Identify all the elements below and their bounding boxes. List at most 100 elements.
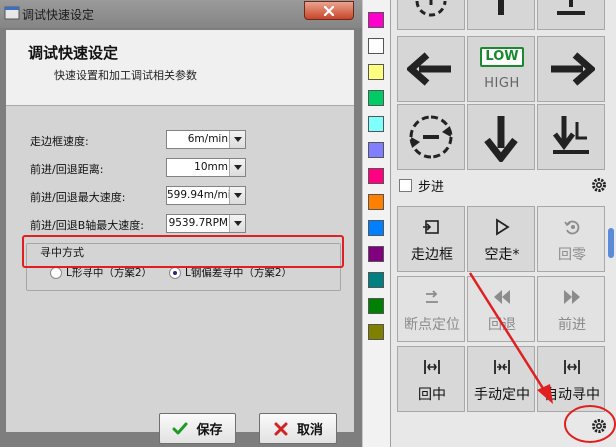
breakpoint-button-label: 断点定位 <box>404 317 460 333</box>
app-window-icon <box>4 6 20 20</box>
frame-icon <box>423 220 439 234</box>
dry-run-button-label: 空走* <box>484 247 520 263</box>
function-settings-button[interactable] <box>589 416 609 436</box>
gear-icon <box>592 419 606 433</box>
speed-low-label: LOW <box>480 47 524 67</box>
max-speed-select[interactable]: 599.94m/mi <box>166 186 246 205</box>
return-center-button-label: 回中 <box>418 387 446 403</box>
cancel-button-label: 取消 <box>296 423 323 438</box>
speed-toggle-button[interactable]: LOW HIGH <box>467 36 535 102</box>
frame-button-label: 走边框 <box>411 247 453 263</box>
manual-center-button[interactable]: 手动定中 <box>467 346 535 412</box>
chevron-down-icon[interactable] <box>229 159 245 176</box>
color-swatch[interactable] <box>368 272 384 288</box>
rewind-button-label: 回退 <box>488 317 516 333</box>
manual-center-icon <box>494 360 510 374</box>
cancel-button[interactable]: 取消 <box>259 413 337 444</box>
step-checkbox[interactable]: 步进 <box>399 174 444 196</box>
jog-down-button[interactable] <box>467 104 535 170</box>
home-icon <box>564 220 580 235</box>
move-down-icon <box>553 116 589 154</box>
jog-rotate-cw-button[interactable] <box>397 0 465 30</box>
jog-right-button[interactable] <box>537 36 605 102</box>
rotate-cw-icon <box>415 0 447 17</box>
center-icon <box>424 360 440 374</box>
rotate-ccw-icon <box>409 115 453 159</box>
auto-center-button-label: 自动寻中 <box>544 387 600 403</box>
color-palette <box>362 0 390 447</box>
color-swatch[interactable] <box>368 194 384 210</box>
control-panel: LOW HIGH 步进 走边框 空走* 回零 断点定位 回退 前进 回中 手动定… <box>390 0 616 447</box>
scrollbar-thumb[interactable] <box>608 228 614 258</box>
page-subtitle: 快速设置和加工调试相关参数 <box>54 69 197 82</box>
color-swatch[interactable] <box>368 324 384 340</box>
forward-button[interactable]: 前进 <box>537 276 605 342</box>
color-swatch[interactable] <box>368 38 384 54</box>
save-button-label: 保存 <box>196 423 223 438</box>
auto-center-button[interactable]: 自动寻中 <box>537 346 605 412</box>
radio-circle-checked[interactable] <box>169 266 181 279</box>
dialog-title: 调试快速设定 <box>22 8 95 22</box>
chevron-down-icon[interactable] <box>229 187 245 204</box>
to-base-icon <box>557 0 585 15</box>
step-checkbox-box[interactable] <box>399 178 412 192</box>
breakpoint-icon <box>426 290 438 303</box>
dialog-header: 调试快速设定 快速设置和加工调试相关参数 <box>6 30 354 106</box>
gear-icon <box>592 178 606 192</box>
max-speed-value: 599.94m/mi <box>167 189 230 201</box>
step-label: 步进 <box>418 179 445 195</box>
jog-to-base-button[interactable] <box>537 0 605 30</box>
chevron-down-icon[interactable] <box>229 131 245 148</box>
chevron-down-icon[interactable] <box>229 215 245 232</box>
forward-icon <box>564 290 580 304</box>
arrow-right-icon <box>551 52 595 86</box>
forward-button-label: 前进 <box>558 317 586 333</box>
dialog-titlebar[interactable]: 调试快速设定 <box>0 0 362 28</box>
frame-speed-label: 走边框速度: <box>30 135 89 148</box>
return-zero-button-label: 回零 <box>558 247 586 263</box>
frame-button[interactable]: 走边框 <box>397 206 465 272</box>
arrow-up-icon <box>498 0 504 15</box>
radio-circle[interactable] <box>50 266 62 279</box>
dialog-body: 调试快速设定 快速设置和加工调试相关参数 走边框速度: 6m/min 前进/回退… <box>6 30 354 444</box>
dry-run-button[interactable]: 空走* <box>467 206 535 272</box>
auto-center-icon <box>564 360 580 374</box>
return-zero-button[interactable]: 回零 <box>537 206 605 272</box>
annotation-box <box>22 235 344 268</box>
arrow-left-icon <box>407 52 451 86</box>
speed-high-label: HIGH <box>484 76 520 91</box>
b-axis-speed-label: 前进/回退B轴最大速度: <box>30 219 144 232</box>
color-swatch[interactable] <box>368 168 384 184</box>
frame-speed-select[interactable]: 6m/min <box>166 130 246 149</box>
max-speed-label: 前进/回退最大速度: <box>30 191 126 204</box>
return-center-button[interactable]: 回中 <box>397 346 465 412</box>
color-swatch[interactable] <box>368 220 384 236</box>
page-title: 调试快速设定 <box>28 44 119 62</box>
rewind-button[interactable]: 回退 <box>467 276 535 342</box>
jog-rotate-ccw-button[interactable] <box>397 104 465 170</box>
jog-move-down-button[interactable] <box>537 104 605 170</box>
color-swatch[interactable] <box>368 246 384 262</box>
color-swatch[interactable] <box>368 12 384 28</box>
breakpoint-button[interactable]: 断点定位 <box>397 276 465 342</box>
color-swatch[interactable] <box>368 64 384 80</box>
jog-left-button[interactable] <box>397 36 465 102</box>
color-swatch[interactable] <box>368 90 384 106</box>
color-swatch[interactable] <box>368 116 384 132</box>
arrow-down-icon <box>484 116 518 162</box>
b-axis-speed-value: 9539.7RPM <box>168 217 228 229</box>
quick-setup-dialog: 调试快速设定 调试快速设定 快速设置和加工调试相关参数 走边框速度: 6m/mi… <box>0 0 362 447</box>
frame-speed-value: 6m/min <box>187 133 228 145</box>
close-button[interactable] <box>304 1 354 20</box>
rewind-icon <box>494 290 510 304</box>
color-swatch[interactable] <box>368 142 384 158</box>
save-button[interactable]: 保存 <box>159 413 236 444</box>
check-icon <box>172 422 188 434</box>
manual-center-button-label: 手动定中 <box>474 387 530 403</box>
color-swatch[interactable] <box>368 298 384 314</box>
step-distance-select[interactable]: 10mm <box>166 158 246 177</box>
jog-up-button[interactable] <box>467 0 535 30</box>
step-distance-value: 10mm <box>194 161 228 173</box>
b-axis-speed-select[interactable]: 9539.7RPM <box>166 214 246 233</box>
jog-settings-button[interactable] <box>589 175 609 195</box>
